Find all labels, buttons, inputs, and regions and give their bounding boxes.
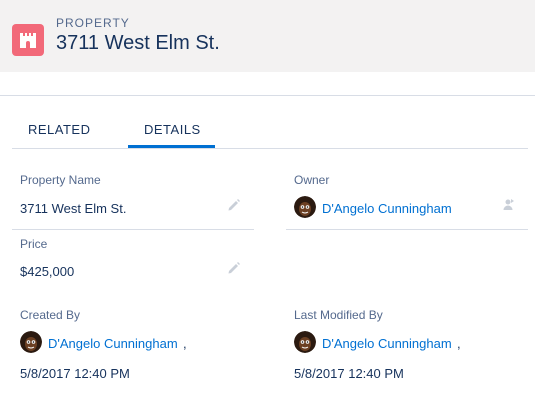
property-name-value: 3711 West Elm St. bbox=[20, 201, 127, 216]
owner-link[interactable]: D'Angelo Cunningham bbox=[322, 201, 452, 216]
object-type-label: PROPERTY bbox=[56, 16, 130, 30]
tab-bar: RELATED DETAILS bbox=[12, 110, 528, 150]
user-avatar bbox=[294, 331, 316, 353]
last-modified-by-separator: , bbox=[457, 336, 461, 351]
record-header: PROPERTY 3711 West Elm St. bbox=[0, 0, 535, 72]
user-avatar bbox=[294, 196, 316, 218]
price-value: $425,000 bbox=[20, 264, 75, 279]
castle-icon bbox=[12, 24, 44, 56]
page-title: 3711 West Elm St. bbox=[56, 32, 220, 54]
created-date: 5/8/2017 12:40 PM bbox=[20, 366, 130, 381]
created-by-label: Created By bbox=[20, 308, 81, 322]
created-by-separator: , bbox=[183, 336, 187, 351]
record-page: PROPERTY 3711 West Elm St. RELATED DETAI… bbox=[0, 0, 535, 414]
last-modified-by-label: Last Modified By bbox=[294, 308, 383, 322]
last-modified-date: 5/8/2017 12:40 PM bbox=[294, 366, 404, 381]
user-avatar bbox=[20, 331, 42, 353]
owner-label: Owner bbox=[294, 173, 330, 187]
price-label: Price bbox=[20, 237, 48, 251]
last-modified-by-link[interactable]: D'Angelo Cunningham bbox=[322, 336, 452, 351]
tab-details[interactable]: DETAILS bbox=[144, 122, 201, 137]
tab-bar-border bbox=[12, 148, 528, 149]
created-by-link[interactable]: D'Angelo Cunningham bbox=[48, 336, 178, 351]
pencil-icon[interactable] bbox=[227, 261, 241, 275]
change-owner-icon[interactable] bbox=[501, 198, 515, 212]
property-name-label: Property Name bbox=[20, 173, 101, 187]
owner-underline bbox=[286, 229, 528, 230]
header-divider bbox=[0, 95, 535, 96]
pencil-icon[interactable] bbox=[227, 198, 241, 212]
tab-related[interactable]: RELATED bbox=[28, 122, 91, 137]
property-name-underline bbox=[12, 229, 254, 230]
